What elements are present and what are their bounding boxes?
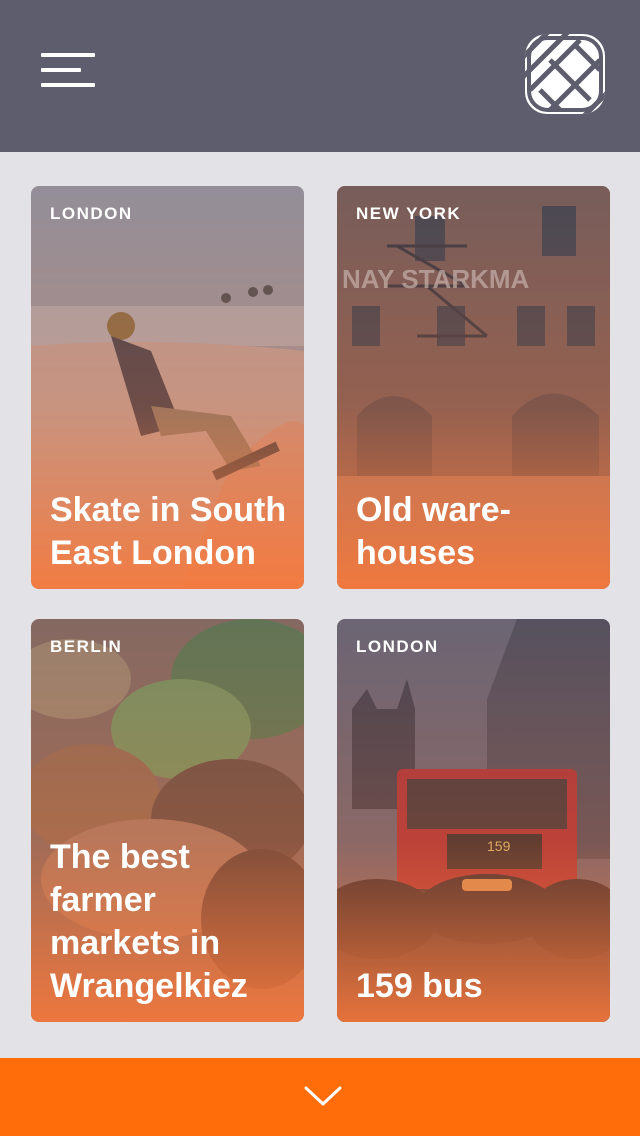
app-header — [0, 0, 640, 152]
card-farmer-markets[interactable]: BERLIN The best farmer markets in Wrange… — [31, 619, 304, 1022]
card-city-label: LONDON — [356, 637, 439, 656]
card-old-warehouses[interactable]: NAY STARKMA NEW YORK Old ware-houses — [337, 186, 610, 589]
card-title: The best farmer markets in Wrangelkiez — [50, 838, 248, 1005]
hamburger-menu-icon[interactable] — [38, 50, 98, 90]
woven-logo-icon[interactable] — [520, 30, 610, 118]
card-title: Old ware-houses — [356, 491, 511, 572]
card-title: Skate in South East London — [50, 491, 287, 572]
card-159-bus[interactable]: 159 LONDON 159 bus — [337, 619, 610, 1022]
card-skate-london[interactable]: LONDON Skate in South East London — [31, 186, 304, 589]
card-title: 159 bus — [356, 967, 483, 1005]
chevron-down-icon[interactable] — [303, 1080, 343, 1112]
load-more-bar[interactable] — [0, 1058, 640, 1136]
card-city-label: NEW YORK — [356, 204, 462, 223]
app: LONDON Skate in South East London NAY S — [0, 0, 640, 1136]
card-city-label: BERLIN — [50, 637, 123, 656]
card-city-label: LONDON — [50, 204, 133, 223]
